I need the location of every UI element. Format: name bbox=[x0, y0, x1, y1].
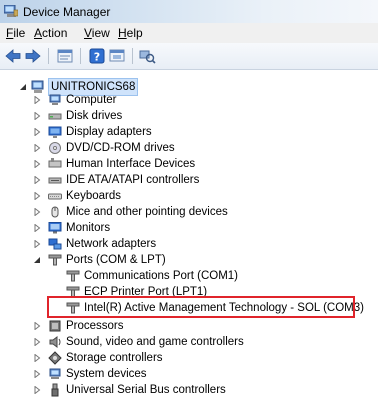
monitor-icon bbox=[48, 222, 62, 234]
forward-icon[interactable] bbox=[24, 47, 42, 65]
tree-item-sound-video-game[interactable]: Sound, video and game controllers bbox=[0, 334, 378, 350]
menu-bar: File Action View Help bbox=[0, 23, 378, 43]
toolbar-separator bbox=[48, 48, 49, 64]
storage-controller-icon bbox=[48, 351, 62, 365]
tree-item-storage-controllers[interactable]: Storage controllers bbox=[0, 350, 378, 366]
device-manager-window: Device Manager File Action View Help ? U… bbox=[0, 0, 378, 403]
tree-item-com1[interactable]: Communications Port (COM1) bbox=[0, 268, 378, 284]
menu-action[interactable]: Action bbox=[34, 26, 67, 40]
expand-arrow-icon[interactable] bbox=[33, 224, 41, 232]
port-icon bbox=[48, 254, 62, 266]
expand-arrow-icon[interactable] bbox=[33, 96, 41, 104]
menu-help[interactable]: Help bbox=[118, 26, 143, 40]
svg-text:?: ? bbox=[94, 51, 100, 64]
expand-arrow-icon[interactable] bbox=[33, 370, 41, 378]
expand-arrow-icon[interactable] bbox=[33, 338, 41, 346]
highlight-box bbox=[47, 296, 355, 318]
menu-view[interactable]: View bbox=[84, 26, 110, 40]
expand-arrow-icon[interactable] bbox=[33, 208, 41, 216]
device-manager-icon bbox=[4, 5, 18, 17]
expand-arrow-icon[interactable] bbox=[33, 192, 41, 200]
collapse-arrow-icon[interactable] bbox=[19, 83, 27, 91]
back-icon[interactable] bbox=[4, 47, 22, 65]
device-tree: UNITRONICS68 Computer Disk drives Displa… bbox=[0, 70, 378, 403]
menu-file[interactable]: File bbox=[6, 26, 25, 40]
tree-item-system-devices[interactable]: System devices bbox=[0, 366, 378, 382]
ide-controller-icon bbox=[48, 177, 62, 184]
help-icon[interactable]: ? bbox=[88, 47, 106, 65]
toolbar-separator bbox=[80, 48, 81, 64]
computer-icon bbox=[49, 94, 61, 105]
tree-item-human-interface-devices[interactable]: Human Interface Devices bbox=[0, 156, 378, 172]
toolbar: ? bbox=[0, 43, 378, 70]
expand-arrow-icon[interactable] bbox=[33, 354, 41, 362]
hid-icon bbox=[48, 158, 62, 168]
collapse-arrow-icon[interactable] bbox=[33, 256, 41, 264]
disk-drive-icon bbox=[48, 113, 62, 120]
port-icon bbox=[66, 270, 80, 282]
expand-arrow-icon[interactable] bbox=[33, 112, 41, 120]
expand-arrow-icon[interactable] bbox=[33, 386, 41, 394]
tree-item-disk-drives[interactable]: Disk drives bbox=[0, 108, 378, 124]
toolbar-separator bbox=[132, 48, 133, 64]
tree-item-usb-controllers[interactable]: Universal Serial Bus controllers bbox=[0, 382, 378, 398]
tree-item-processors[interactable]: Processors bbox=[0, 318, 378, 334]
scan-hardware-icon[interactable] bbox=[138, 47, 156, 65]
title-bar: Device Manager bbox=[0, 0, 378, 23]
network-adapter-icon bbox=[48, 238, 62, 250]
usb-icon bbox=[51, 383, 59, 397]
expand-arrow-icon[interactable] bbox=[33, 322, 41, 330]
tree-item-network-adapters[interactable]: Network adapters bbox=[0, 236, 378, 252]
tree-item-keyboards[interactable]: Keyboards bbox=[0, 188, 378, 204]
tree-item-mice[interactable]: Mice and other pointing devices bbox=[0, 204, 378, 220]
dvd-drive-icon bbox=[49, 142, 61, 154]
expand-arrow-icon[interactable] bbox=[33, 240, 41, 248]
expand-arrow-icon[interactable] bbox=[33, 144, 41, 152]
update-driver-icon[interactable] bbox=[108, 47, 126, 65]
speaker-icon bbox=[49, 336, 61, 348]
tree-item-ports[interactable]: Ports (COM & LPT) bbox=[0, 252, 378, 268]
tree-item-dvd-cd-rom-drives[interactable]: DVD/CD-ROM drives bbox=[0, 140, 378, 156]
expand-arrow-icon[interactable] bbox=[33, 128, 41, 136]
properties-icon[interactable] bbox=[56, 47, 74, 65]
expand-arrow-icon[interactable] bbox=[33, 160, 41, 168]
display-adapter-icon bbox=[48, 126, 62, 138]
keyboard-icon bbox=[48, 193, 62, 200]
system-devices-icon bbox=[49, 368, 61, 379]
tree-item-ide-ata-atapi-controllers[interactable]: IDE ATA/ATAPI controllers bbox=[0, 172, 378, 188]
mouse-icon bbox=[51, 206, 59, 218]
tree-item-monitors[interactable]: Monitors bbox=[0, 220, 378, 236]
expand-arrow-icon[interactable] bbox=[33, 176, 41, 184]
tree-item-display-adapters[interactable]: Display adapters bbox=[0, 124, 378, 140]
processor-icon bbox=[49, 320, 61, 332]
window-title: Device Manager bbox=[23, 5, 111, 19]
tree-item-computer[interactable]: Computer bbox=[0, 92, 378, 108]
